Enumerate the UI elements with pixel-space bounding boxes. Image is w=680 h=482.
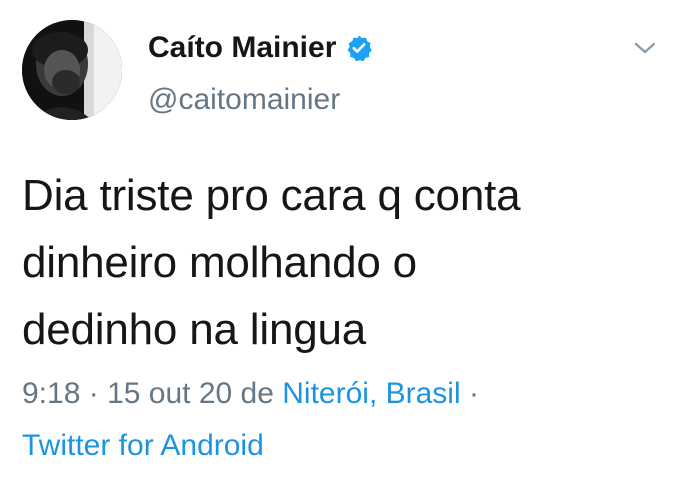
separator: · <box>88 377 99 410</box>
verified-badge-icon <box>345 34 373 62</box>
avatar[interactable] <box>22 20 122 120</box>
separator: · <box>468 377 479 410</box>
location-prefix: de <box>240 377 274 410</box>
user-handle[interactable]: @caitomainier <box>148 82 340 118</box>
location-link[interactable]: Niterói, Brasil <box>282 377 460 410</box>
tweet-card: Caíto Mainier @caitomainier Dia triste p… <box>0 0 680 482</box>
meta-line-1: 9:18 · 15 out 20 de Niterói, Brasil · <box>22 368 672 420</box>
profile-photo <box>22 20 122 120</box>
tweet-date[interactable]: 15 out 20 <box>107 377 232 410</box>
tweet-text-line: dinheiro molhando o <box>22 238 417 287</box>
tweet-text: Dia triste pro cara q conta dinheiro mol… <box>22 162 662 363</box>
tweet-meta: 9:18 · 15 out 20 de Niterói, Brasil · Tw… <box>22 368 672 472</box>
tweet-time[interactable]: 9:18 <box>22 377 80 410</box>
chevron-down-icon[interactable] <box>632 38 658 58</box>
display-name[interactable]: Caíto Mainier <box>148 30 336 66</box>
tweet-text-line: dedinho na lingua <box>22 305 367 354</box>
name-row: Caíto Mainier <box>148 30 373 66</box>
source-link[interactable]: Twitter for Android <box>22 420 672 472</box>
tweet-text-line: Dia triste pro cara q conta <box>22 171 521 220</box>
